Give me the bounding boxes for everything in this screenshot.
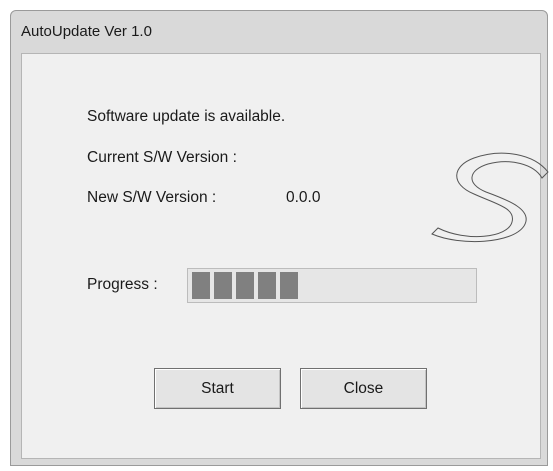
new-version-label: New S/W Version : xyxy=(87,189,217,206)
current-version-label: Current S/W Version : xyxy=(87,149,237,166)
progress-segment xyxy=(236,272,254,299)
update-progress-bar xyxy=(187,268,477,303)
update-available-message: Software update is available. xyxy=(87,108,286,125)
decorative-s-outline-icon xyxy=(431,152,549,242)
progress-segment xyxy=(192,272,210,299)
progress-label: Progress : xyxy=(87,276,158,293)
dialog-client-area: Software update is available. Current S/… xyxy=(21,53,541,459)
start-button[interactable]: Start xyxy=(154,368,281,409)
progress-segment xyxy=(258,272,276,299)
progress-segment xyxy=(214,272,232,299)
close-button[interactable]: Close xyxy=(300,368,427,409)
progress-segment xyxy=(280,272,298,299)
new-version-value: 0.0.0 xyxy=(286,189,321,206)
window-title: AutoUpdate Ver 1.0 xyxy=(21,23,152,40)
